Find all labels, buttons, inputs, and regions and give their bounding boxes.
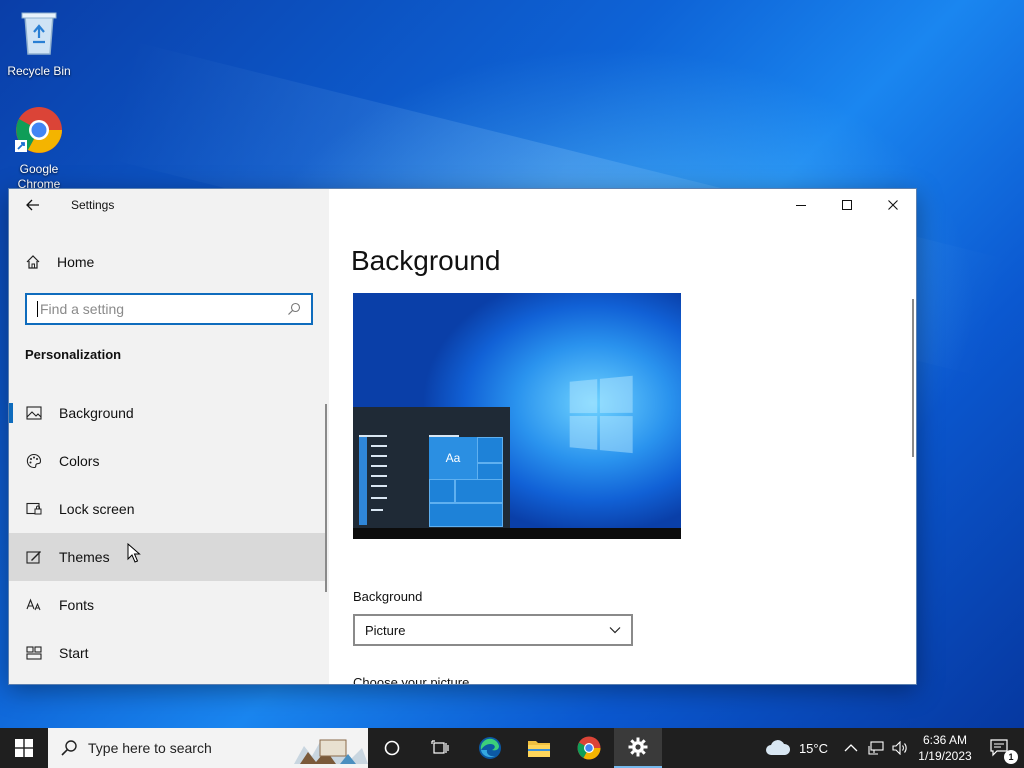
desktop-icon-chrome[interactable]: Google Chrome (1, 106, 77, 192)
search-highlight-illustration-icon (294, 739, 368, 764)
task-view-icon (431, 740, 449, 754)
taskbar-search-box[interactable]: Type here to search (48, 728, 368, 768)
volume-icon[interactable] (892, 741, 908, 755)
search-input[interactable]: Find a setting (25, 293, 313, 325)
background-preview: Aa (353, 293, 681, 539)
sidebar-item-themes[interactable]: Themes (9, 533, 327, 581)
sidebar-item-home[interactable]: Home (9, 245, 329, 279)
notification-badge: 1 (1004, 750, 1018, 764)
sidebar-item-colors[interactable]: Colors (9, 437, 327, 485)
home-icon (26, 255, 40, 269)
search-icon (61, 740, 77, 756)
system-tray: 15°C 6:36 AM 1/19/2023 1 (765, 728, 1024, 768)
sidebar-item-label: Home (57, 254, 95, 270)
start-icon (26, 646, 42, 660)
back-arrow-icon (26, 199, 39, 211)
clock[interactable]: 6:36 AM 1/19/2023 (914, 732, 976, 764)
minimize-button[interactable] (778, 189, 824, 221)
app-title: Settings (71, 198, 115, 212)
sidebar-item-lock-screen[interactable]: Lock screen (9, 485, 327, 533)
sidebar: Settings Home Find a setting Personaliza… (9, 189, 329, 684)
chevron-up-icon[interactable] (844, 743, 858, 753)
maximize-icon (842, 200, 852, 210)
maximize-button[interactable] (824, 189, 870, 221)
palette-icon (26, 453, 42, 468)
chevron-down-icon (609, 627, 621, 634)
themes-icon (26, 551, 41, 564)
choose-picture-label: Choose your picture (353, 675, 470, 685)
preview-tile: Aa (429, 437, 477, 479)
cortana-button[interactable] (368, 728, 416, 768)
selected-indicator (9, 403, 13, 423)
search-icon (288, 302, 301, 315)
clock-date: 1/19/2023 (918, 749, 972, 763)
sidebar-item-label: Start (59, 645, 89, 661)
sidebar-scrollbar[interactable] (325, 404, 327, 592)
sidebar-item-start[interactable]: Start (9, 629, 327, 677)
back-button[interactable] (21, 195, 45, 215)
sidebar-item-label: Fonts (59, 597, 95, 613)
background-type-dropdown[interactable]: Picture (353, 614, 633, 646)
chrome-taskbar-button[interactable] (564, 728, 614, 768)
close-icon (888, 200, 898, 210)
network-icon[interactable] (868, 741, 884, 755)
settings-window: Settings Home Find a setting Personaliza… (8, 188, 917, 685)
mouse-cursor-icon (127, 543, 141, 563)
cloud-weather-icon[interactable] (765, 739, 791, 757)
edge-button[interactable] (466, 728, 514, 768)
section-title: Personalization (25, 347, 122, 362)
taskbar-search-placeholder: Type here to search (88, 740, 212, 756)
sidebar-item-label: Background (59, 405, 134, 421)
fonts-icon (26, 598, 41, 611)
search-placeholder: Find a setting (40, 301, 125, 317)
image-icon (26, 406, 42, 420)
desktop-icon-label: Recycle Bin (7, 64, 71, 78)
sidebar-item-label: Colors (59, 453, 100, 469)
task-view-button[interactable] (416, 728, 464, 768)
settings-taskbar-button[interactable] (614, 728, 662, 768)
page-title: Background (351, 245, 501, 276)
content-pane: Background Aa Background Picture Choose … (329, 189, 916, 684)
recycle-bin-icon (21, 12, 57, 55)
window-controls (778, 189, 916, 221)
desktop-icon-recycle-bin[interactable]: Recycle Bin (1, 8, 77, 79)
weather-temperature[interactable]: 15°C (799, 741, 828, 756)
taskbar-preview (353, 528, 681, 539)
edge-icon (479, 737, 501, 759)
lock-screen-icon (26, 502, 42, 515)
sidebar-item-background[interactable]: Background (9, 389, 327, 437)
background-label: Background (353, 589, 423, 604)
sidebar-item-label: Themes (59, 549, 110, 565)
windows-logo-preview (569, 375, 634, 455)
folder-icon (528, 741, 550, 757)
content-scrollbar[interactable] (912, 299, 914, 457)
sidebar-item-label: Lock screen (59, 501, 135, 517)
taskbar: Type here to search 15°C 6:36 AM 1/19/20… (0, 728, 1024, 768)
chrome-icon (15, 107, 62, 153)
notification-center-button[interactable]: 1 (976, 728, 1024, 768)
clock-time: 6:36 AM (922, 733, 968, 747)
gear-icon (628, 737, 648, 757)
windows-logo-icon (15, 739, 33, 757)
text-caret (37, 301, 38, 317)
minimize-icon (796, 205, 806, 206)
start-button[interactable] (0, 728, 48, 768)
chrome-icon (577, 736, 601, 760)
dropdown-value: Picture (365, 622, 406, 638)
file-explorer-button[interactable] (514, 728, 564, 768)
cortana-circle-icon (384, 740, 400, 756)
close-button[interactable] (870, 189, 916, 221)
sidebar-item-fonts[interactable]: Fonts (9, 581, 327, 629)
